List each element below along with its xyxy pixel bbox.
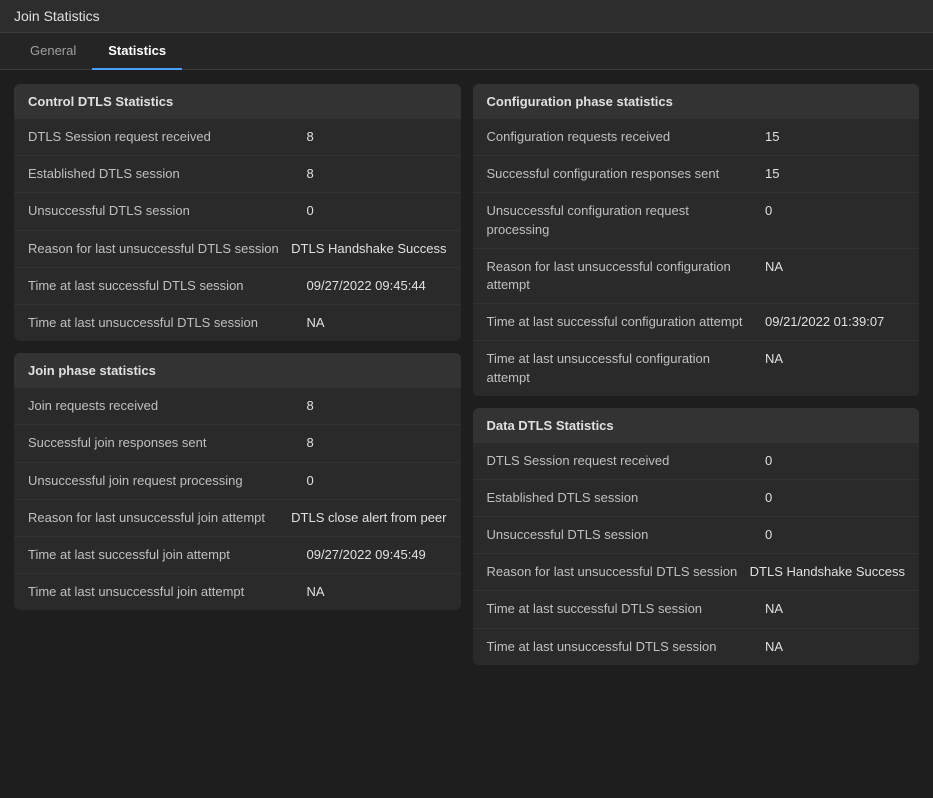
stat-row: Unsuccessful DTLS session 0: [473, 517, 920, 554]
stat-label: Join requests received: [28, 397, 307, 415]
stat-value: 0: [307, 202, 447, 220]
stat-row: Time at last unsuccessful DTLS session N…: [14, 305, 461, 341]
stat-label: Time at last unsuccessful DTLS session: [487, 638, 766, 656]
stat-value: NA: [765, 350, 905, 368]
stat-label: Established DTLS session: [487, 489, 766, 507]
stat-row: Unsuccessful DTLS session 0: [14, 193, 461, 230]
tab-statistics[interactable]: Statistics: [92, 33, 182, 70]
stat-value: 8: [307, 165, 447, 183]
stat-row: Time at last successful DTLS session NA: [473, 591, 920, 628]
section-join-phase: Join phase statistics Join requests rece…: [14, 353, 461, 610]
title-bar: Join Statistics: [0, 0, 933, 33]
stat-label: Established DTLS session: [28, 165, 307, 183]
stat-value: 09/27/2022 09:45:44: [307, 277, 447, 295]
section-header-join-phase: Join phase statistics: [14, 353, 461, 388]
stat-value: 15: [765, 128, 905, 146]
section-data-dtls: Data DTLS Statistics DTLS Session reques…: [473, 408, 920, 665]
stat-label: Time at last successful DTLS session: [487, 600, 766, 618]
stat-value: 0: [765, 526, 905, 544]
stat-row: Established DTLS session 0: [473, 480, 920, 517]
stat-value: DTLS Handshake Success: [291, 240, 446, 258]
stat-row: Time at last successful DTLS session 09/…: [14, 268, 461, 305]
stat-row: Reason for last unsuccessful configurati…: [473, 249, 920, 304]
stat-row: Successful join responses sent 8: [14, 425, 461, 462]
stat-value: DTLS Handshake Success: [750, 563, 905, 581]
stat-row: Time at last unsuccessful join attempt N…: [14, 574, 461, 610]
stat-value: 15: [765, 165, 905, 183]
stat-row: Reason for last unsuccessful join attemp…: [14, 500, 461, 537]
left-column: Control DTLS Statistics DTLS Session req…: [14, 84, 461, 665]
stat-label: Reason for last unsuccessful configurati…: [487, 258, 766, 294]
stat-label: Configuration requests received: [487, 128, 766, 146]
stat-row: DTLS Session request received 8: [14, 119, 461, 156]
stat-label: Successful configuration responses sent: [487, 165, 766, 183]
stat-row: Unsuccessful join request processing 0: [14, 463, 461, 500]
stat-row: Established DTLS session 8: [14, 156, 461, 193]
stat-value: 8: [307, 397, 447, 415]
section-header-control-dtls: Control DTLS Statistics: [14, 84, 461, 119]
stat-label: DTLS Session request received: [28, 128, 307, 146]
section-control-dtls: Control DTLS Statistics DTLS Session req…: [14, 84, 461, 341]
stat-value: 09/21/2022 01:39:07: [765, 313, 905, 331]
stat-row: DTLS Session request received 0: [473, 443, 920, 480]
stat-label: DTLS Session request received: [487, 452, 766, 470]
stat-label: Unsuccessful DTLS session: [28, 202, 307, 220]
stat-label: Reason for last unsuccessful DTLS sessio…: [487, 563, 750, 581]
stat-label: Time at last successful configuration at…: [487, 313, 766, 331]
stat-value: NA: [765, 258, 905, 276]
stat-row: Time at last successful configuration at…: [473, 304, 920, 341]
tabs-bar: General Statistics: [0, 33, 933, 70]
section-config-phase: Configuration phase statistics Configura…: [473, 84, 920, 396]
stat-value: NA: [307, 583, 447, 601]
stat-label: Unsuccessful join request processing: [28, 472, 307, 490]
stat-label: Time at last unsuccessful DTLS session: [28, 314, 307, 332]
stat-row: Configuration requests received 15: [473, 119, 920, 156]
stat-value: NA: [765, 600, 905, 618]
stat-value: 09/27/2022 09:45:49: [307, 546, 447, 564]
main-content: Control DTLS Statistics DTLS Session req…: [0, 70, 933, 679]
stat-value: DTLS close alert from peer: [291, 509, 446, 527]
stat-value: 0: [765, 489, 905, 507]
stat-label: Successful join responses sent: [28, 434, 307, 452]
stat-row: Time at last unsuccessful DTLS session N…: [473, 629, 920, 665]
stat-row: Time at last successful join attempt 09/…: [14, 537, 461, 574]
stat-row: Reason for last unsuccessful DTLS sessio…: [14, 231, 461, 268]
stat-label: Reason for last unsuccessful DTLS sessio…: [28, 240, 291, 258]
stat-value: 0: [765, 452, 905, 470]
stat-row: Unsuccessful configuration request proce…: [473, 193, 920, 248]
stat-row: Successful configuration responses sent …: [473, 156, 920, 193]
stat-label: Time at last successful DTLS session: [28, 277, 307, 295]
stat-value: NA: [765, 638, 905, 656]
stat-value: NA: [307, 314, 447, 332]
stat-row: Time at last unsuccessful configuration …: [473, 341, 920, 395]
section-header-data-dtls: Data DTLS Statistics: [473, 408, 920, 443]
stat-label: Time at last unsuccessful join attempt: [28, 583, 307, 601]
title-text: Join Statistics: [14, 8, 100, 24]
tab-general[interactable]: General: [14, 33, 92, 70]
section-header-config-phase: Configuration phase statistics: [473, 84, 920, 119]
stat-value: 8: [307, 128, 447, 146]
stat-value: 0: [307, 472, 447, 490]
stat-row: Join requests received 8: [14, 388, 461, 425]
stat-label: Time at last successful join attempt: [28, 546, 307, 564]
right-column: Configuration phase statistics Configura…: [473, 84, 920, 665]
stat-row: Reason for last unsuccessful DTLS sessio…: [473, 554, 920, 591]
stat-value: 0: [765, 202, 905, 220]
stat-label: Time at last unsuccessful configuration …: [487, 350, 766, 386]
stat-label: Unsuccessful configuration request proce…: [487, 202, 766, 238]
stat-value: 8: [307, 434, 447, 452]
stat-label: Reason for last unsuccessful join attemp…: [28, 509, 291, 527]
stat-label: Unsuccessful DTLS session: [487, 526, 766, 544]
